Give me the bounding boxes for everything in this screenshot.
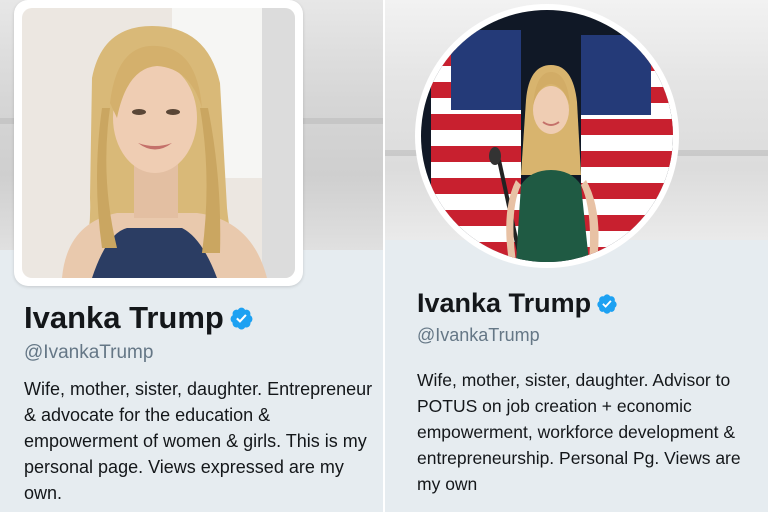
profile-bio: Wife, mother, sister, daughter. Advisor … [417, 370, 741, 494]
profile-avatar[interactable] [415, 4, 679, 268]
avatar-image [22, 8, 295, 278]
verified-badge-icon [596, 293, 618, 315]
verified-badge-icon [229, 306, 254, 331]
avatar-image [421, 10, 673, 262]
profile-name-text[interactable]: Ivanka Trump [24, 300, 224, 336]
profile-avatar[interactable] [14, 0, 303, 286]
profile-card-left: Ivanka Trump @IvankaTrump Wife, mother, … [0, 0, 383, 512]
profile-name[interactable]: Ivanka Trump [24, 300, 254, 336]
profile-bio: Wife, mother, sister, daughter. Entrepre… [24, 379, 373, 503]
profile-handle[interactable]: @IvankaTrump [417, 325, 540, 346]
profile-name-text[interactable]: Ivanka Trump [417, 288, 591, 319]
profile-name[interactable]: Ivanka Trump [417, 288, 618, 319]
profile-handle[interactable]: @IvankaTrump [24, 342, 153, 364]
profile-photo [421, 10, 673, 262]
profile-photo [22, 8, 295, 278]
profile-card-right: Ivanka Trump @IvankaTrump Wife, mother, … [385, 0, 768, 512]
